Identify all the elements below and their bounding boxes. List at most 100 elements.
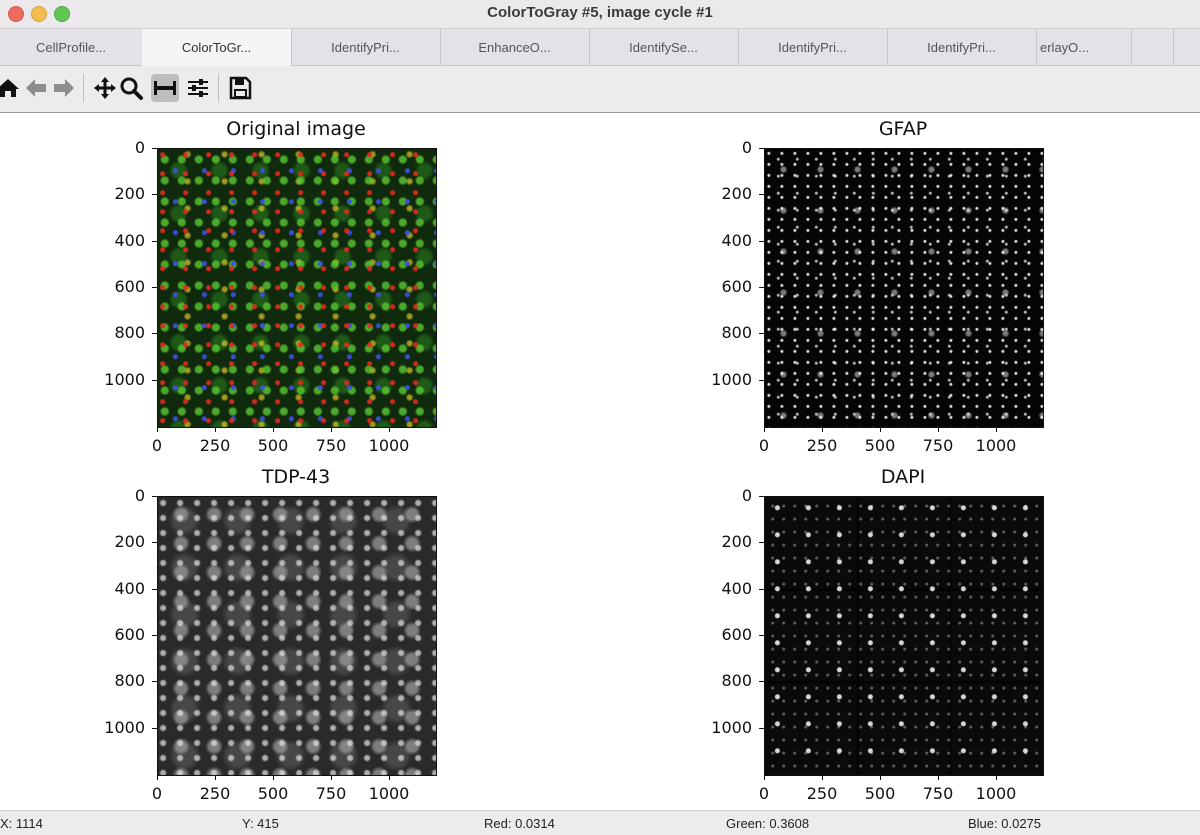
y-tick-label: 800: [721, 323, 752, 343]
x-tick-mark: [880, 427, 881, 432]
x-tick-label: 750: [922, 784, 954, 803]
tab-identifyprimary-1[interactable]: IdentifyPri...: [291, 29, 441, 65]
y-tick-mark: [152, 333, 157, 335]
x-tick-label: 1000: [975, 784, 1017, 803]
y-tick-label: 1000: [104, 369, 145, 389]
panel-title: GFAP: [878, 118, 928, 140]
x-tick-label: 250: [199, 436, 231, 455]
forward-arrow-icon: [54, 79, 74, 97]
back-button[interactable]: [22, 74, 50, 102]
y-tick-label: 1000: [104, 717, 145, 737]
y-tick-label: 400: [114, 578, 145, 598]
y-tick-mark: [759, 194, 764, 196]
y-tick-label: 200: [721, 532, 752, 552]
y-tick-mark: [152, 588, 157, 590]
y-tick-label: 400: [721, 578, 752, 598]
y-tick-mark: [152, 542, 157, 544]
x-tick-mark: [996, 427, 997, 432]
y-tick-label: 400: [721, 230, 752, 250]
x-tick-label: 500: [864, 436, 896, 455]
tab-extra-2[interactable]: [1173, 29, 1200, 65]
tab-identifyprimary-3[interactable]: IdentifyPri...: [887, 29, 1037, 65]
y-tick-label: 600: [721, 276, 752, 296]
x-tick-mark: [273, 427, 274, 432]
y-tick-label: 400: [114, 230, 145, 250]
x-tick-mark: [331, 427, 332, 432]
panel-title: TDP-43: [261, 466, 331, 488]
x-tick-mark: [157, 775, 158, 780]
tab-bar: CellProfile... ColorToGr... IdentifyPri.…: [0, 29, 1200, 66]
y-tick-label: 0: [741, 486, 752, 505]
home-button[interactable]: [0, 74, 22, 102]
status-x: X: 1114: [0, 816, 43, 831]
x-tick-mark: [389, 427, 390, 432]
window-title: ColorToGray #5, image cycle #1: [487, 4, 713, 21]
subplots-icon: [154, 81, 176, 95]
status-red: Red: 0.0314: [484, 816, 555, 831]
y-tick-label: 800: [721, 671, 752, 691]
y-tick-label: 1000: [711, 369, 752, 389]
configure-button[interactable]: [184, 74, 212, 102]
tab-identifysecondary[interactable]: IdentifySe...: [589, 29, 739, 65]
x-tick-label: 750: [922, 436, 954, 455]
y-tick-mark: [759, 634, 764, 636]
y-tick-label: 600: [114, 624, 145, 644]
x-tick-label: 0: [151, 436, 163, 455]
y-tick-mark: [152, 148, 157, 149]
figure-canvas[interactable]: Original image 0 200 400 600 800 1000 0 250 500 75…: [0, 113, 1200, 810]
x-tick-mark: [215, 427, 216, 432]
tab-cellprofiler[interactable]: CellProfile...: [0, 29, 143, 65]
x-tick-label: 250: [806, 784, 838, 803]
status-bar: X: 1114 Y: 415 Red: 0.0314 Green: 0.3608…: [0, 810, 1200, 835]
y-tick-mark: [152, 240, 157, 242]
tab-identifyprimary-2[interactable]: IdentifyPri...: [738, 29, 888, 65]
x-tick-mark: [273, 775, 274, 780]
y-tick-mark: [759, 588, 764, 590]
x-tick-mark: [764, 427, 765, 432]
y-tick-mark: [152, 286, 157, 288]
x-tick-mark: [215, 775, 216, 780]
pan-button[interactable]: [91, 74, 119, 102]
image-axes[interactable]: [157, 496, 437, 776]
x-tick-mark: [822, 775, 823, 780]
x-tick-mark: [389, 775, 390, 780]
status-blue: Blue: 0.0275: [968, 816, 1042, 831]
x-tick-mark: [938, 775, 939, 780]
x-tick-label: 0: [758, 436, 770, 455]
title-bar: ColorToGray #5, image cycle #1: [0, 0, 1200, 29]
y-tick-label: 0: [134, 486, 145, 505]
subplots-button[interactable]: [151, 74, 179, 102]
zoom-button[interactable]: [117, 74, 145, 102]
plot-toolbar: [0, 66, 1200, 113]
status-y: Y: 415: [242, 816, 279, 831]
y-tick-label: 0: [741, 138, 752, 157]
y-tick-label: 200: [114, 184, 145, 204]
y-tick-label: 600: [114, 276, 145, 296]
y-tick-mark: [759, 333, 764, 335]
y-tick-label: 0: [134, 138, 145, 157]
y-tick-label: 600: [721, 624, 752, 644]
panel-title: Original image: [226, 118, 366, 140]
x-tick-label: 750: [315, 436, 347, 455]
tab-colortogray[interactable]: ColorToGr...: [142, 29, 292, 66]
save-button[interactable]: [226, 74, 254, 102]
y-tick-mark: [152, 194, 157, 196]
sliders-icon: [188, 79, 208, 97]
x-tick-mark: [996, 775, 997, 780]
y-tick-mark: [759, 286, 764, 288]
image-axes[interactable]: [764, 148, 1044, 428]
y-tick-mark: [759, 240, 764, 242]
forward-button[interactable]: [50, 74, 78, 102]
tab-enhanceorsuppress[interactable]: EnhanceO...: [440, 29, 590, 65]
x-tick-mark: [822, 427, 823, 432]
tab-extra-1[interactable]: [1132, 29, 1174, 65]
x-tick-label: 1000: [975, 436, 1017, 455]
image-axes[interactable]: [157, 148, 437, 428]
y-tick-mark: [152, 496, 157, 497]
y-tick-label: 800: [114, 323, 145, 343]
image-axes[interactable]: [764, 496, 1044, 776]
x-tick-label: 250: [806, 436, 838, 455]
x-tick-mark: [331, 775, 332, 780]
save-icon: [229, 76, 252, 100]
tab-overlayoutlines[interactable]: erlayO...: [1036, 29, 1132, 65]
